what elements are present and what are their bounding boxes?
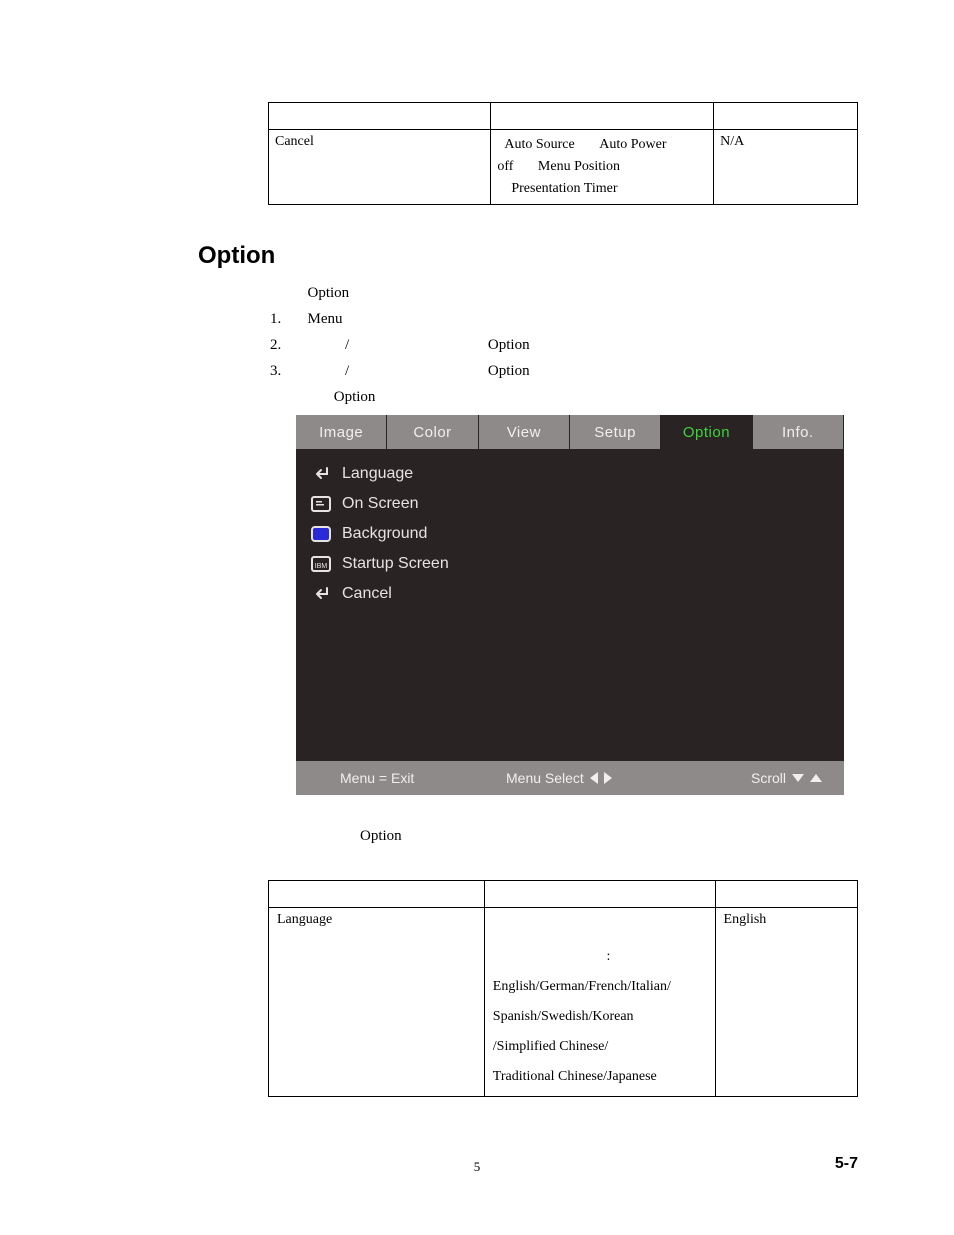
triangle-down-icon (792, 774, 804, 782)
osd-item-label: Startup Screen (342, 555, 449, 573)
osd-item-onscreen[interactable]: On Screen (310, 489, 830, 519)
osd-item-label: Cancel (342, 585, 392, 603)
osd-footer: Menu = Exit Menu Select Scroll (296, 761, 844, 795)
menu-position-text: Menu Position (538, 159, 620, 174)
osd-item-label: On Screen (342, 495, 418, 513)
auto-source-text: Auto Source (504, 137, 574, 152)
option-heading: Option (198, 242, 275, 270)
osd-item-label: Background (342, 525, 427, 543)
footer-menu-exit: Menu = Exit (340, 770, 414, 786)
page-number-center: 5 (474, 1159, 481, 1175)
intro-l1-num: 1. (270, 311, 281, 327)
intro-l3-mid: / (345, 363, 349, 379)
intro-lines: Option 1. Menu 2. / Option 3. / Option O… (270, 280, 530, 410)
startup-icon: IBM (310, 555, 332, 573)
intro-l0: Option (308, 285, 350, 301)
tab-option[interactable]: Option (661, 415, 752, 449)
background-icon (310, 525, 332, 543)
tab-info[interactable]: Info. (753, 415, 844, 449)
tab-view[interactable]: View (479, 415, 570, 449)
bt-c2-l1: : (606, 949, 610, 964)
bt-c2-l5: Traditional Chinese/Japanese (493, 1062, 707, 1092)
intro-l4: Option (334, 389, 376, 405)
tab-setup[interactable]: Setup (570, 415, 661, 449)
triangle-right-icon (604, 772, 612, 784)
bt-col3: English (715, 908, 857, 1097)
footer-right-label: Scroll (751, 770, 786, 786)
intro-l2-num: 2. (270, 337, 281, 353)
svg-text:IBM: IBM (315, 563, 328, 570)
bt-col2: : English/German/French/Italian/ Spanish… (484, 908, 715, 1097)
triangle-up-icon (810, 774, 822, 782)
tab-color[interactable]: Color (387, 415, 478, 449)
bt-col1: Language (269, 908, 485, 1097)
bt-c2-l3: Spanish/Swedish/Korean (493, 1002, 707, 1032)
osd-item-startup[interactable]: IBM Startup Screen (310, 549, 830, 579)
top-table-col3: N/A (714, 130, 858, 205)
off-text: off (497, 159, 513, 174)
footer-scroll: Scroll (751, 770, 822, 786)
enter-icon (310, 585, 332, 603)
footer-menu-select: Menu Select (506, 770, 612, 786)
osd-tabs: Image Color View Setup Option Info. (296, 415, 844, 449)
osd-screenshot: Image Color View Setup Option Info. Lang… (296, 415, 844, 795)
osd-item-label: Language (342, 465, 413, 483)
osd-item-language[interactable]: Language (310, 459, 830, 489)
presentation-timer-text: Presentation Timer (511, 181, 617, 196)
bt-c2-l2: English/German/French/Italian/ (493, 972, 707, 1002)
enter-icon (310, 465, 332, 483)
intro-l3-right: Option (488, 363, 530, 379)
intro-l2-right: Option (488, 337, 530, 353)
osd-item-cancel[interactable]: Cancel (310, 579, 830, 609)
intro-l2-mid: / (345, 337, 349, 353)
top-table-col1: Cancel (269, 130, 491, 205)
intro-l1-text: Menu (308, 311, 343, 327)
under-osd-text: Option (360, 828, 402, 845)
top-table-col2: Auto Source Auto Power off Menu Position… (491, 130, 714, 205)
intro-l3-num: 3. (270, 363, 281, 379)
screen-icon (310, 495, 332, 513)
auto-power-text: Auto Power (599, 137, 666, 152)
page-number-right: 5-7 (835, 1155, 858, 1173)
top-table: Cancel Auto Source Auto Power off Menu P… (268, 102, 858, 205)
osd-item-background[interactable]: Background (310, 519, 830, 549)
osd-body: Language On Screen Background IBM Startu… (296, 449, 844, 619)
footer-mid-label: Menu Select (506, 770, 584, 786)
bottom-table: Language : English/German/French/Italian… (268, 880, 858, 1097)
bt-c2-l4: /Simplified Chinese/ (493, 1032, 707, 1062)
triangle-left-icon (590, 772, 598, 784)
tab-image[interactable]: Image (296, 415, 387, 449)
